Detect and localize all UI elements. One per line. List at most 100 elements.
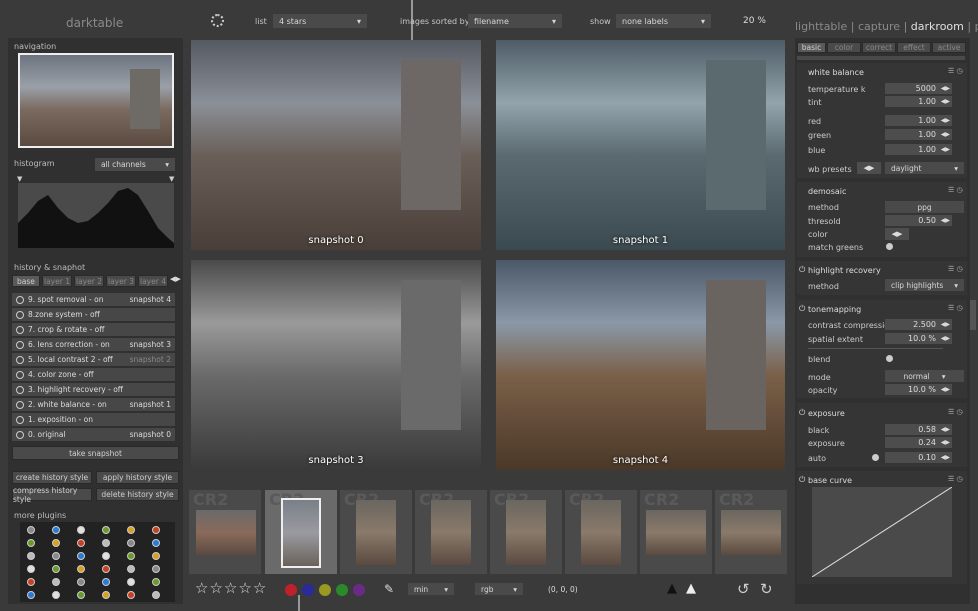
plugin-toggle-icon[interactable]: [52, 578, 60, 586]
demosaic-method-select[interactable]: ppg: [885, 201, 964, 213]
tab-layer-2[interactable]: layer 2: [74, 275, 104, 287]
plugin-toggle-icon[interactable]: [52, 591, 60, 599]
undo-icon[interactable]: ↺: [737, 580, 750, 598]
history-item[interactable]: 6. lens correction - on snapshot 3: [12, 338, 175, 351]
power-icon[interactable]: ⏻: [799, 408, 805, 418]
plugin-toggle-icon[interactable]: [152, 578, 160, 586]
filmstrip-thumbnail[interactable]: CR2: [565, 490, 637, 574]
plugin-toggle-icon[interactable]: [152, 526, 160, 534]
plugin-toggle-icon[interactable]: [102, 526, 110, 534]
plugin-toggle-icon[interactable]: [77, 552, 85, 560]
plugin-toggle-icon[interactable]: [52, 565, 60, 573]
redo-icon[interactable]: ↻: [760, 580, 773, 598]
tab-layer-1[interactable]: layer 1: [42, 275, 72, 287]
plugin-toggle-icon[interactable]: [102, 591, 110, 599]
spatial-extent-slider[interactable]: 10.0 % ◀▶: [885, 333, 952, 344]
right-scrollbar[interactable]: [797, 56, 965, 60]
history-item[interactable]: 4. color zone - off: [12, 368, 175, 381]
sort-select[interactable]: filename ▾: [468, 14, 562, 28]
stepper-arrows-icon[interactable]: ◀▶: [941, 452, 950, 463]
view-darkroom[interactable]: darkroom: [911, 20, 964, 33]
plugin-toggle-icon[interactable]: [27, 565, 35, 573]
plugin-toggle-icon[interactable]: [127, 539, 135, 547]
view-lighttable[interactable]: lighttable: [795, 20, 847, 33]
history-item[interactable]: 0. original snapshot 0: [12, 428, 175, 441]
plugin-toggle-icon[interactable]: [127, 591, 135, 599]
plugin-toggle-icon[interactable]: [52, 539, 60, 547]
module-menu-icon[interactable]: ☰ ◷: [948, 304, 963, 312]
histogram-marker-left[interactable]: ▼: [17, 175, 22, 183]
plugin-toggle-icon[interactable]: [77, 526, 85, 534]
gamut-warning-icon[interactable]: ▲: [686, 581, 696, 596]
star-icon[interactable]: ☆: [195, 579, 209, 597]
filmstrip-thumbnail[interactable]: CR2: [640, 490, 712, 574]
color-space-select[interactable]: rgb ▾: [475, 583, 523, 595]
star-icon[interactable]: ☆: [253, 579, 267, 597]
contrast-compression-slider[interactable]: 2.500 ◀▶: [885, 319, 952, 330]
stepper-arrows-icon[interactable]: ◀▶: [941, 215, 950, 226]
tab-effect[interactable]: effect: [897, 42, 931, 53]
power-icon[interactable]: ⏻: [799, 304, 805, 314]
tint-slider[interactable]: 1.00 ◀▶: [885, 96, 952, 107]
plugin-toggle-icon[interactable]: [77, 539, 85, 547]
delete-history-style-button[interactable]: delete history style: [96, 488, 179, 501]
module-menu-icon[interactable]: ☰ ◷: [948, 186, 963, 194]
history-item[interactable]: 8.zone system - off: [12, 308, 175, 321]
filmstrip-thumbnail[interactable]: CR2: [715, 490, 787, 574]
apply-history-style-button[interactable]: apply history style: [96, 471, 179, 484]
stepper-arrows-icon[interactable]: ◀▶: [941, 319, 950, 330]
plugin-toggle-icon[interactable]: [77, 565, 85, 573]
threshold-slider[interactable]: 0.50 ◀▶: [885, 215, 952, 226]
plugin-toggle-icon[interactable]: [152, 591, 160, 599]
filmstrip-thumbnail-selected[interactable]: CR2: [265, 490, 337, 574]
filmstrip-thumbnail[interactable]: CR2: [189, 490, 261, 574]
tab-color[interactable]: color: [827, 42, 861, 53]
opacity-slider[interactable]: 10.0 % ◀▶: [885, 384, 952, 395]
wb-preset-stepper[interactable]: ◀▶: [857, 162, 881, 174]
tab-layer-3[interactable]: layer 3: [106, 275, 136, 287]
star-icon[interactable]: ☆: [238, 579, 252, 597]
history-item[interactable]: 5. local contrast 2 - off snapshot 2: [12, 353, 175, 366]
plugin-toggle-icon[interactable]: [27, 539, 35, 547]
base-curve-graph[interactable]: [811, 486, 953, 578]
show-select[interactable]: none labels ▾: [616, 14, 711, 28]
gear-icon[interactable]: [211, 14, 224, 27]
plugin-toggle-icon[interactable]: [102, 552, 110, 560]
exposure-title[interactable]: exposure: [808, 409, 845, 418]
list-select[interactable]: 4 stars ▾: [273, 14, 367, 28]
tonemapping-title[interactable]: tonemapping: [808, 305, 861, 314]
auto-toggle[interactable]: [872, 454, 879, 461]
blend-mode-select[interactable]: normal ▾: [885, 370, 964, 382]
view-print[interactable]: print: [975, 20, 978, 33]
histogram-channels-select[interactable]: all channels ▾: [95, 158, 175, 171]
stepper-arrows-icon[interactable]: ◀▶: [941, 83, 950, 94]
hr-method-select[interactable]: clip highlights ▾: [885, 279, 964, 291]
color-label-yellow[interactable]: [319, 584, 331, 596]
filmstrip-thumbnail[interactable]: CR2: [340, 490, 412, 574]
snapshot-view[interactable]: snapshot 4: [496, 260, 785, 470]
module-menu-icon[interactable]: ☰ ◷: [948, 475, 963, 483]
color-label-purple[interactable]: [353, 584, 365, 596]
history-item[interactable]: 9. spot removal - on snapshot 4: [12, 293, 175, 306]
auto-slider[interactable]: 0.10 ◀▶: [885, 452, 952, 463]
plugin-toggle-icon[interactable]: [27, 578, 35, 586]
stepper-arrows-icon[interactable]: ◀▶: [941, 96, 950, 107]
stepper-arrows-icon[interactable]: ◀▶: [941, 144, 950, 155]
plugin-toggle-icon[interactable]: [127, 578, 135, 586]
stepper-arrows-icon[interactable]: ◀▶: [941, 384, 950, 395]
filmstrip-thumbnail[interactable]: CR2: [490, 490, 562, 574]
take-snapshot-button[interactable]: take snapshot: [12, 446, 179, 460]
plugin-toggle-icon[interactable]: [102, 539, 110, 547]
green-slider[interactable]: 1.00 ◀▶: [885, 129, 952, 140]
demosaic-title[interactable]: demosaic: [808, 187, 846, 196]
snapshot-view[interactable]: snapshot 3: [191, 260, 481, 470]
temperature-slider[interactable]: 5000 ◀▶: [885, 83, 952, 94]
tab-base[interactable]: base: [12, 275, 40, 287]
red-slider[interactable]: 1.00 ◀▶: [885, 115, 952, 126]
color-label-red[interactable]: [285, 584, 297, 596]
power-icon[interactable]: ⏻: [799, 265, 805, 275]
stepper-arrows-icon[interactable]: ◀▶: [941, 129, 950, 140]
match-greens-toggle[interactable]: [886, 243, 893, 250]
histogram-marker-right[interactable]: ▼: [169, 175, 174, 183]
snapshot-view[interactable]: snapshot 1: [496, 40, 785, 250]
